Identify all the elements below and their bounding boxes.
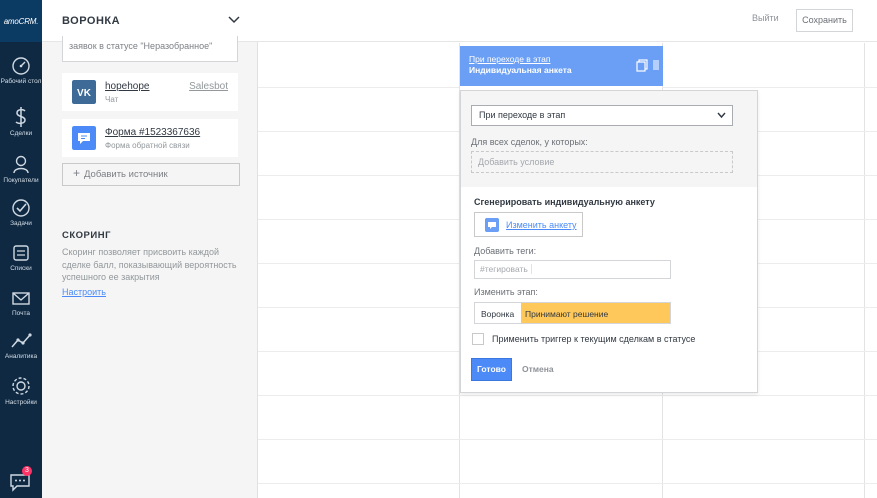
exit-button[interactable]: Выйти	[752, 13, 779, 23]
grid-row-divider	[258, 395, 877, 396]
nav-tasks[interactable]: Задачи	[0, 198, 42, 228]
generate-form-title: Сгенерировать индивидуальную анкету	[474, 197, 655, 207]
chevron-down-icon[interactable]	[228, 15, 240, 25]
nav-analytics-label: Аналитика	[4, 353, 38, 360]
trigger-type-select[interactable]: При переходе в этап	[471, 105, 733, 126]
lists-icon	[13, 245, 29, 261]
tags-label: Добавить теги:	[474, 246, 537, 256]
nav-mail-label: Почта	[11, 310, 31, 317]
grid-row-divider	[258, 175, 459, 176]
stage-select[interactable]: Воронка Принимают решение	[474, 302, 671, 324]
vk-icon: VK	[72, 80, 96, 104]
done-button[interactable]: Готово	[471, 358, 512, 381]
cancel-button[interactable]: Отмена	[522, 364, 554, 374]
form-icon	[72, 126, 96, 150]
scoring-description: Скоринг позволяет присвоить каждой сделк…	[62, 247, 237, 282]
dollar-icon	[15, 107, 26, 127]
grid-row-divider	[258, 351, 459, 352]
tags-input[interactable]: #тегировать	[474, 260, 671, 279]
top-bar: Выйти Сохранить	[258, 0, 877, 42]
nav-mail[interactable]: Почта	[0, 288, 42, 318]
grid-row-divider	[258, 307, 459, 308]
plus-icon: +	[73, 166, 81, 180]
stage-name: Принимают решение	[521, 303, 670, 323]
dashboard-icon	[12, 57, 30, 75]
trigger-card[interactable]: При переходе в этап Индивидуальная анкет…	[460, 46, 663, 86]
source-card-form[interactable]: Форма #1523367636 Форма обратной связи	[62, 119, 238, 157]
left-nav-rail: amoCRM. Рабочий стол Сделки Покупатели З…	[0, 0, 42, 498]
apply-existing-label[interactable]: Применить триггер к текущим сделкам в ст…	[492, 334, 695, 344]
grid-row-divider	[258, 219, 459, 220]
grid-row-divider	[662, 87, 877, 88]
pipeline-panel: ВОРОНКА заявок в статусе "Неразобранное"…	[42, 0, 258, 498]
tasks-check-icon	[12, 199, 30, 217]
nav-settings[interactable]: Настройки	[0, 375, 42, 407]
add-condition-field[interactable]: Добавить условие	[471, 151, 733, 173]
grid-row-divider	[258, 263, 459, 264]
save-button[interactable]: Сохранить	[796, 9, 853, 32]
nav-lists-label: Списки	[10, 265, 32, 272]
salesbot-link[interactable]: Salesbot	[189, 81, 228, 92]
chat-badge: 3	[22, 466, 32, 476]
copy-icon[interactable]	[636, 59, 648, 72]
source-name[interactable]: hopehope	[105, 81, 150, 92]
change-form-label: Изменить анкету	[506, 220, 577, 230]
mail-icon	[12, 292, 30, 305]
settings-icon	[12, 377, 30, 395]
nav-customers[interactable]: Покупатели	[0, 153, 42, 185]
customers-icon	[13, 155, 29, 174]
trigger-condition[interactable]: При переходе в этап	[469, 54, 550, 64]
nav-lists[interactable]: Списки	[0, 243, 42, 273]
grid-column-divider	[864, 43, 865, 498]
source-type: Чат	[105, 95, 119, 104]
nav-dashboard[interactable]: Рабочий стол	[0, 56, 42, 86]
pipeline-name: Воронка	[481, 309, 515, 319]
trigger-settings-popup: При переходе в этап Для всех сделок, у к…	[460, 90, 758, 393]
add-source-label: Добавить источник	[84, 169, 168, 180]
drag-handle-icon[interactable]	[653, 60, 659, 70]
grid-row-divider	[258, 87, 459, 88]
tags-placeholder: #тегировать	[480, 264, 532, 274]
form-icon	[485, 218, 499, 232]
trigger-type-value: При переходе в этап	[479, 110, 566, 120]
analytics-icon	[11, 333, 32, 348]
app-logo[interactable]: amoCRM.	[0, 0, 42, 42]
apply-existing-checkbox[interactable]	[472, 333, 484, 345]
grid-row-divider	[258, 483, 877, 484]
scoring-title: СКОРИНГ	[62, 230, 111, 241]
add-source-button[interactable]: + Добавить источник	[62, 163, 240, 186]
chevron-down-icon	[717, 112, 726, 119]
nav-deals-label: Сделки	[9, 130, 33, 137]
source-type: Форма обратной связи	[105, 141, 190, 150]
nav-settings-label: Настройки	[5, 399, 37, 406]
nav-customers-label: Покупатели	[3, 177, 39, 184]
grid-row-divider	[258, 131, 459, 132]
panel-title: ВОРОНКА	[62, 15, 121, 27]
change-form-button[interactable]: Изменить анкету	[474, 212, 583, 237]
nav-tasks-label: Задачи	[10, 220, 32, 227]
all-deals-label: Для всех сделок, у которых:	[471, 137, 588, 147]
source-card-vk[interactable]: VK hopehope Чат Salesbot	[62, 73, 238, 111]
trigger-action: Индивидуальная анкета	[469, 65, 572, 75]
source-unsorted-note: заявок в статусе "Неразобранное"	[62, 36, 238, 62]
source-name[interactable]: Форма #1523367636	[105, 127, 200, 138]
nav-dashboard-label: Рабочий стол	[0, 78, 42, 85]
nav-analytics[interactable]: Аналитика	[0, 331, 42, 361]
stage-label: Изменить этап:	[474, 287, 538, 297]
scoring-configure-link[interactable]: Настроить	[62, 287, 106, 297]
svg-text:VK: VK	[77, 88, 92, 99]
nav-deals[interactable]: Сделки	[0, 106, 42, 138]
grid-row-divider	[258, 439, 877, 440]
